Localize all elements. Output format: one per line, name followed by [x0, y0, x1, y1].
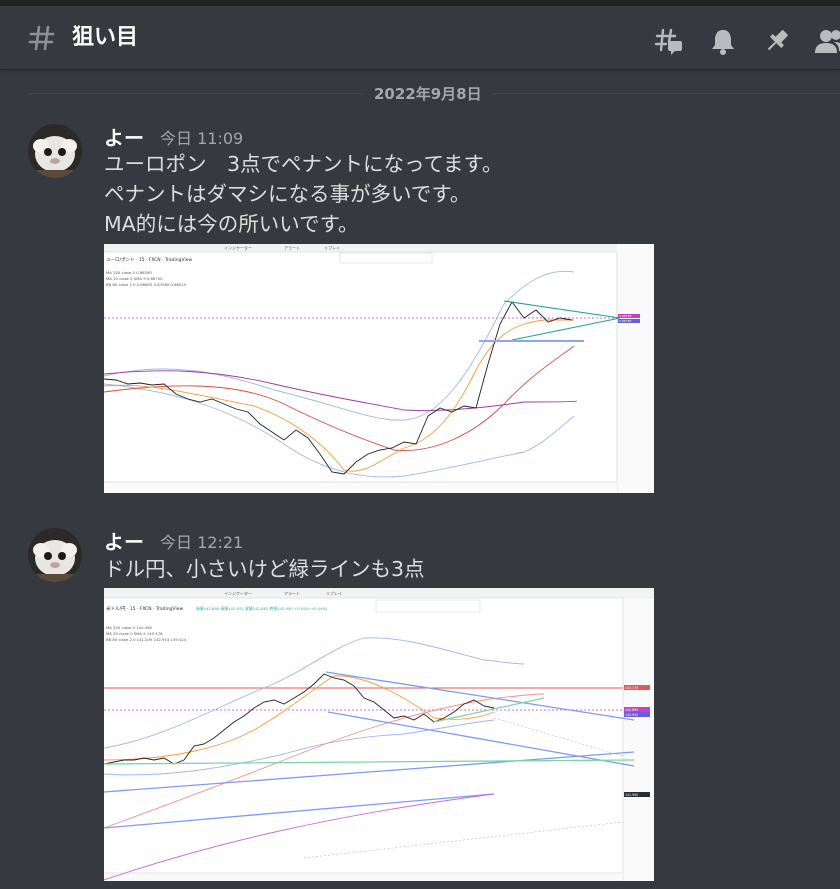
message-line: ユーロポン 3点でペナントになってます。	[104, 152, 503, 176]
avatar-image	[28, 124, 82, 178]
chart-attachment[interactable]: 米ドル/円 · 15 · FXCN · TradingView 始値142.89…	[104, 588, 654, 881]
chart-price-tag: 142.950	[625, 713, 638, 717]
chart-legend: BB 80 close 2.0 0.86605 0.87060 0.86015	[106, 282, 187, 287]
hashtag-icon	[28, 25, 55, 51]
chart-price-tag: 141.950	[625, 793, 638, 797]
date-divider-label: 2022年9月8日	[364, 84, 492, 104]
chart-price-tag: 0.86780	[619, 319, 631, 323]
bell-icon[interactable]	[708, 26, 738, 56]
chart-symbol: ユーロ/ポンド · 15 · FXCN · TradingView	[106, 256, 192, 263]
chart-image: ユーロ/ポンド · 15 · FXCN · TradingView インジケータ…	[104, 244, 654, 493]
threads-icon[interactable]	[654, 26, 684, 56]
chart-menu-alerts: アラート	[284, 245, 300, 251]
avatar[interactable]	[28, 528, 82, 582]
pin-icon[interactable]	[762, 26, 792, 56]
chart-legend: MA 20 close 0 SMA 9 143.478	[106, 631, 163, 636]
chart-price-tag: 142.895	[625, 708, 638, 712]
avatar[interactable]	[28, 124, 82, 178]
message-line: MA的には今の所いいです。	[104, 212, 359, 236]
message-author[interactable]: よー	[104, 126, 144, 150]
message-timestamp: 今日 12:21	[160, 533, 244, 552]
members-icon[interactable]	[814, 26, 840, 56]
message-author[interactable]: よー	[104, 530, 144, 554]
chart-menu-indicators: インジケーター	[224, 245, 252, 251]
chart-menu-alerts: アラート	[284, 590, 300, 596]
chart-image: 米ドル/円 · 15 · FXCN · TradingView 始値142.89…	[104, 588, 654, 881]
chart-attachment[interactable]: ユーロ/ポンド · 15 · FXCN · TradingView インジケータ…	[104, 244, 654, 493]
chart-price-tag: 0.86790	[619, 314, 631, 318]
channel-name: 狙い目	[72, 25, 139, 50]
chart-menu-replay: リプレイ	[324, 245, 340, 251]
message-line: ペナントはダマシになる事が多いです。	[104, 182, 471, 206]
chart-legend: MA 320 close 0 0.86290	[106, 270, 152, 275]
chart-legend: MA 320 close 0 140.458	[106, 625, 152, 630]
message-timestamp: 今日 11:09	[160, 129, 244, 148]
chart-price-tag: 143.170	[625, 686, 638, 690]
message-line: ドル円、小さいけど緑ラインも3点	[104, 557, 425, 581]
chart-legend: BB 80 close 2.0 141.209 142.914 139.424	[106, 637, 187, 642]
chart-menu-indicators: インジケーター	[224, 590, 252, 596]
channel-header: 狙い目	[0, 6, 840, 70]
avatar-image	[28, 528, 82, 582]
chart-symbol: 米ドル/円 · 15 · FXCN · TradingView	[106, 605, 183, 612]
chart-legend: MA 20 close 0 SMA 9 0.86700	[106, 276, 163, 281]
chart-menu-replay: リプレイ	[326, 590, 342, 596]
chart-ohlc: 始値142.895 高値142.971 安値142.862 終値142.950 …	[196, 606, 328, 611]
